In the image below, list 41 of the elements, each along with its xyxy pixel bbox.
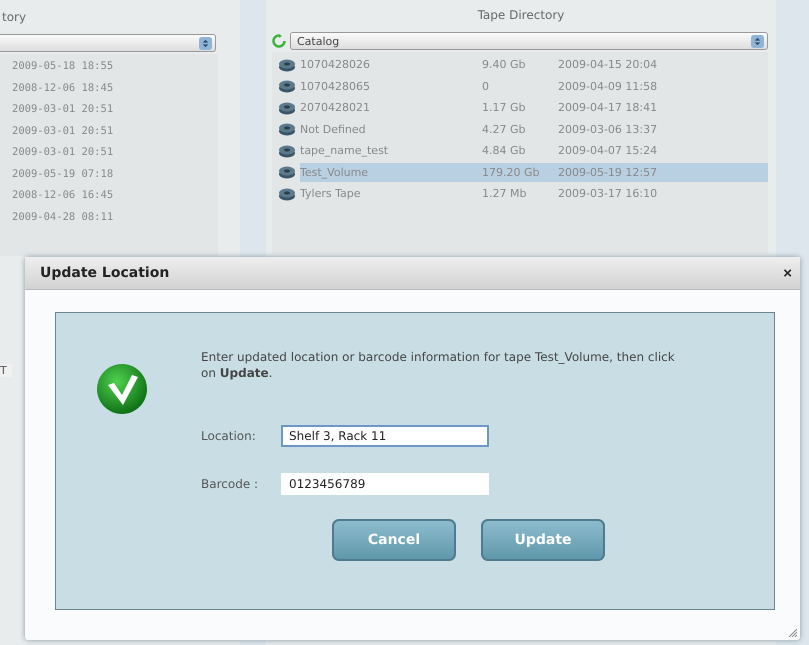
tape-icon — [278, 144, 296, 158]
tape-row[interactable]: 1070428065 0 2009-04-09 11:58 — [300, 76, 768, 96]
tape-row[interactable]: Not Defined 4.27 Gb 2009-03-06 13:37 — [300, 120, 768, 139]
select-arrows-icon — [751, 34, 764, 48]
catalog-dropdown[interactable]: Catalog — [290, 32, 768, 50]
dialog-button[interactable]: Update — [481, 519, 605, 561]
select-arrows-icon — [199, 36, 212, 50]
text-field[interactable]: 0123456789 — [281, 473, 489, 495]
dialog-title: Update Location — [40, 265, 170, 281]
date-cell-text: 2009-05-18 18:55 — [12, 59, 114, 74]
date-cell-text: 2008-12-06 18:45 — [12, 80, 114, 96]
date-cell-text: 2009-03-01 20:51 — [12, 145, 114, 160]
date-cell-text: 2008-12-06 16:45 — [12, 188, 114, 203]
tape-row[interactable]: Test_Volume 179.20 Gb 2009-05-19 12:57 — [300, 162, 768, 182]
checkmark-icon — [96, 363, 148, 415]
tape-row[interactable]: Tylers Tape 1.27 Mb 2009-03-17 16:10 — [300, 184, 768, 204]
close-button[interactable]: × — [783, 264, 792, 282]
date-cell-text: 2009-05-19 07:18 — [12, 166, 114, 182]
panel-title: Tape Directory — [476, 7, 566, 24]
tape-icon — [278, 122, 296, 136]
dropdown[interactable] — [0, 34, 216, 52]
refresh-icon[interactable] — [272, 34, 286, 48]
text-field[interactable]: Shelf 3, Rack 11 — [281, 425, 489, 447]
tape-icon — [278, 79, 296, 94]
tape-icon — [278, 186, 296, 201]
column-header: T — [0, 364, 12, 377]
tape-row[interactable]: tape_name_test 4.84 Gb 2009-04-07 15:24 — [300, 141, 768, 160]
tape-icon — [278, 58, 296, 72]
date-cell-text: 2009-03-01 20:51 — [12, 102, 114, 117]
tape-row[interactable]: 1070428026 9.40 Gb 2009-04-15 20:04 — [300, 55, 768, 74]
dialog-button[interactable]: Cancel — [332, 519, 456, 561]
instruction-text: Enter updated location or barcode information for tape Test_Volume, then click on Update. — [201, 349, 676, 381]
resize-grip-icon[interactable] — [787, 627, 797, 637]
date-cell-text: 2009-04-28 08:11 — [12, 210, 114, 224]
field-label: Location: — [201, 429, 257, 443]
tape-icon — [278, 165, 296, 180]
field-label: Barcode : — [201, 477, 260, 491]
date-cell-text: 2009-03-01 20:51 — [12, 124, 114, 138]
tape-icon — [278, 100, 296, 115]
tape-row[interactable]: 2070428021 1.17 Gb 2009-04-17 18:41 — [300, 98, 768, 118]
panel-title: tory — [1, 9, 28, 26]
